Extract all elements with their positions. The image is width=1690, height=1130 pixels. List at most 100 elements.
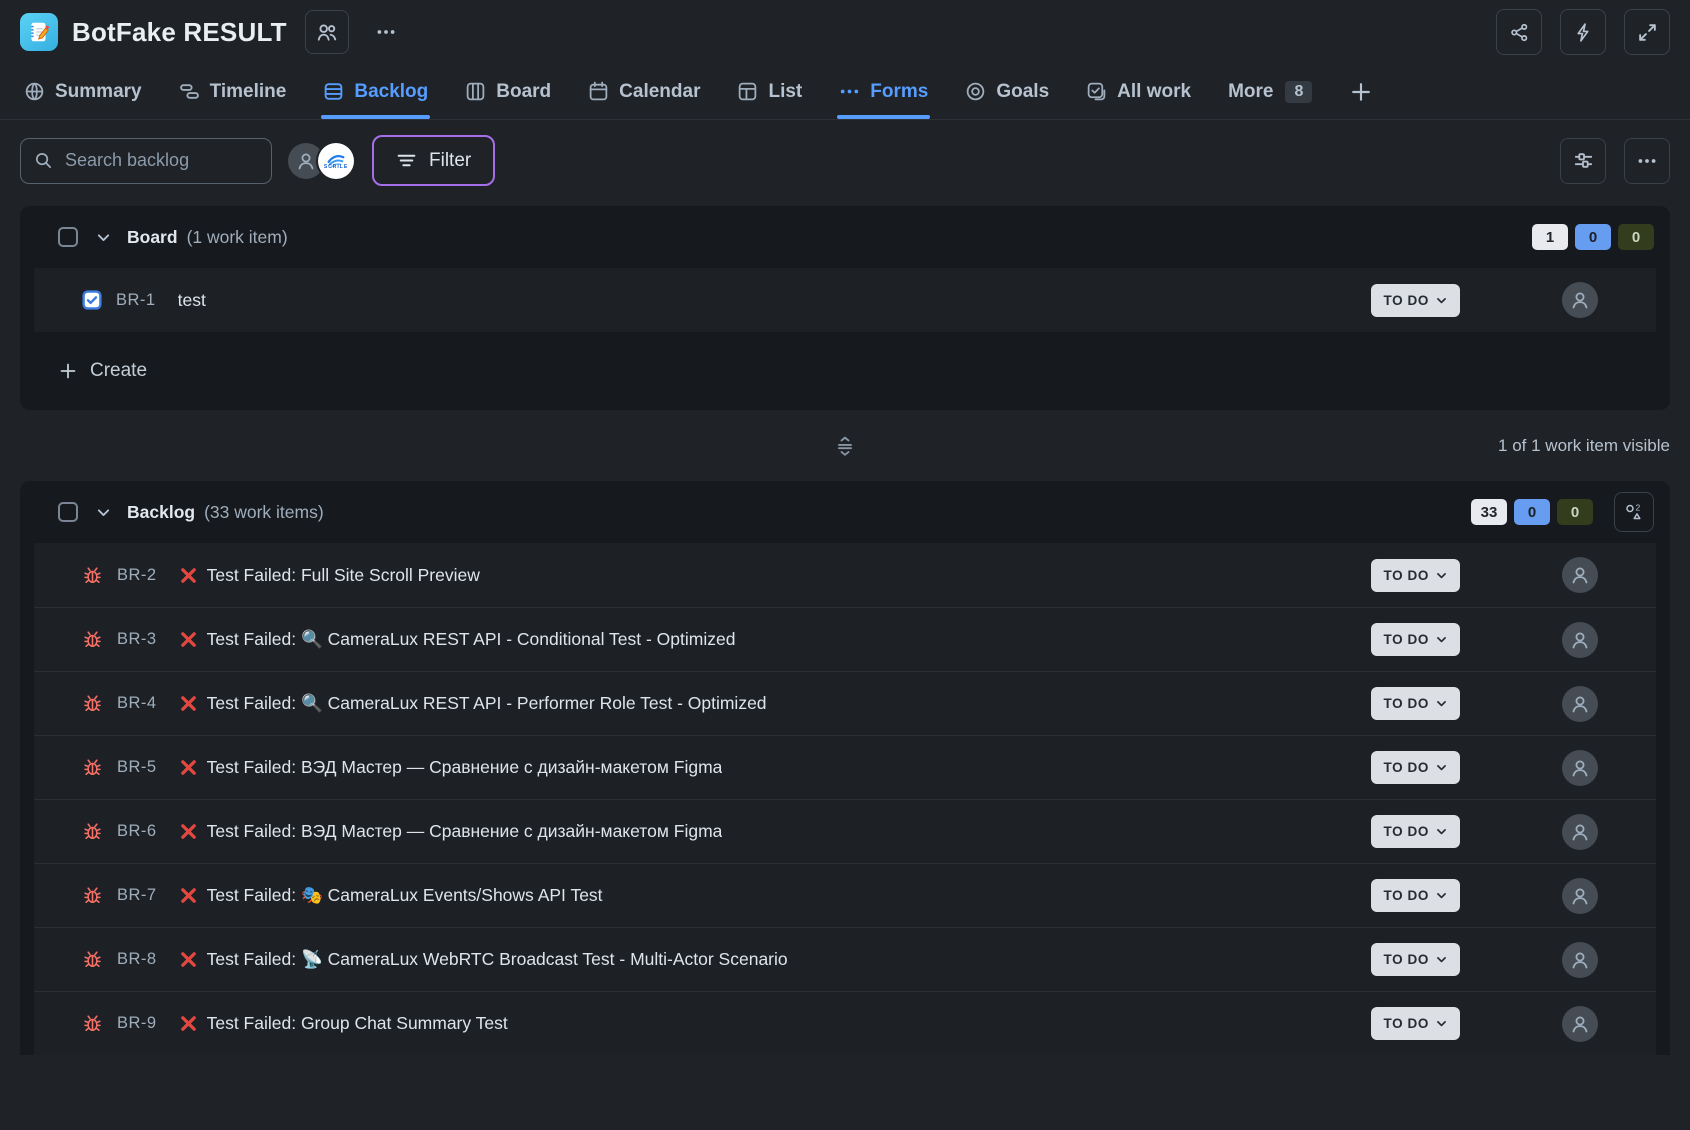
backlog-toolbar: SCRILE Filter bbox=[0, 120, 1690, 206]
toolbar-more-icon[interactable] bbox=[1624, 138, 1670, 184]
work-item-title: Test Failed: Group Chat Summary Test bbox=[207, 1013, 508, 1034]
assignee-avatar[interactable] bbox=[1562, 557, 1598, 593]
filter-button[interactable]: Filter bbox=[372, 135, 495, 186]
members-button[interactable] bbox=[305, 10, 349, 54]
board-done-badge: 0 bbox=[1618, 224, 1654, 250]
test-failed-x-icon bbox=[179, 822, 198, 841]
work-item-key: BR-7 bbox=[117, 886, 157, 905]
chevron-down-icon bbox=[1435, 697, 1448, 710]
status-dropdown[interactable]: TO DO bbox=[1371, 623, 1460, 656]
assignee-avatar[interactable] bbox=[1562, 878, 1598, 914]
chevron-down-icon bbox=[1435, 953, 1448, 966]
status-dropdown[interactable]: TO DO bbox=[1371, 943, 1460, 976]
status-dropdown[interactable]: TO DO bbox=[1371, 559, 1460, 592]
tab-list[interactable]: List bbox=[737, 64, 802, 119]
bug-type-icon bbox=[82, 757, 103, 778]
work-item-row[interactable]: BR-9 Test Failed: Group Chat Summary Tes… bbox=[34, 991, 1656, 1055]
status-dropdown[interactable]: TO DO bbox=[1371, 751, 1460, 784]
share-icon[interactable] bbox=[1496, 9, 1542, 55]
tab-backlog[interactable]: Backlog bbox=[323, 64, 428, 119]
work-item-row[interactable]: BR-3 Test Failed: 🔍 CameraLux REST API -… bbox=[34, 607, 1656, 671]
add-view-button[interactable] bbox=[1349, 64, 1373, 119]
tab-more[interactable]: More 8 bbox=[1228, 64, 1312, 119]
tab-calendar[interactable]: Calendar bbox=[588, 64, 700, 119]
assignee-avatar[interactable] bbox=[1562, 686, 1598, 722]
work-item-key: BR-2 bbox=[117, 566, 157, 585]
tab-summary[interactable]: Summary bbox=[24, 64, 142, 119]
person-icon bbox=[294, 149, 318, 173]
person-icon bbox=[1568, 628, 1592, 652]
work-item-key: BR-5 bbox=[117, 758, 157, 777]
ellipsis-icon bbox=[1636, 150, 1658, 172]
project-header: BotFake RESULT bbox=[0, 0, 1690, 64]
work-item-row[interactable]: BR-7 Test Failed: 🎭 CameraLux Events/Sho… bbox=[34, 863, 1656, 927]
backlog-select-all-checkbox[interactable] bbox=[58, 502, 78, 522]
work-item-row[interactable]: BR-8 Test Failed: 📡 CameraLux WebRTC Bro… bbox=[34, 927, 1656, 991]
project-more-icon[interactable] bbox=[363, 9, 409, 55]
view-settings-icon[interactable] bbox=[1560, 138, 1606, 184]
board-rows: BR-1 test TO DO bbox=[34, 268, 1656, 332]
work-item-row[interactable]: BR-2 Test Failed: Full Site Scroll Previ… bbox=[34, 543, 1656, 607]
board-select-all-checkbox[interactable] bbox=[58, 227, 78, 247]
project-title: BotFake RESULT bbox=[72, 17, 287, 48]
work-item-title: test bbox=[178, 290, 206, 311]
work-item-key: BR-6 bbox=[117, 822, 157, 841]
status-dropdown[interactable]: TO DO bbox=[1371, 1007, 1460, 1040]
backlog-item-count: (33 work items) bbox=[204, 502, 324, 523]
tab-timeline[interactable]: Timeline bbox=[179, 64, 287, 119]
search-input[interactable] bbox=[21, 139, 271, 183]
board-collapse-chevron-icon[interactable] bbox=[95, 229, 112, 246]
backlog-section: Backlog (33 work items) 33 0 0 2 bbox=[20, 481, 1670, 1055]
person-icon bbox=[1568, 756, 1592, 780]
assignee-avatar[interactable] bbox=[1562, 622, 1598, 658]
tab-board[interactable]: Board bbox=[465, 64, 551, 119]
search-backlog-box bbox=[20, 138, 272, 184]
status-dropdown[interactable]: TO DO bbox=[1371, 879, 1460, 912]
status-dropdown[interactable]: TO DO bbox=[1371, 284, 1460, 317]
tab-goals[interactable]: Goals bbox=[965, 64, 1049, 119]
work-item-title: Test Failed: 📡 CameraLux WebRTC Broadcas… bbox=[207, 949, 788, 970]
person-icon bbox=[1568, 563, 1592, 587]
work-item-row[interactable]: BR-1 test TO DO bbox=[34, 268, 1656, 332]
scrile-avatar[interactable]: SCRILE bbox=[318, 143, 354, 179]
assignee-avatar[interactable] bbox=[1562, 282, 1598, 318]
work-item-row[interactable]: BR-5 Test Failed: ВЭД Мастер — Сравнение… bbox=[34, 735, 1656, 799]
tab-forms[interactable]: Forms bbox=[839, 64, 928, 119]
status-dropdown[interactable]: TO DO bbox=[1371, 687, 1460, 720]
person-icon bbox=[1568, 692, 1592, 716]
work-item-key: BR-4 bbox=[117, 694, 157, 713]
section-splitter: 1 of 1 work item visible bbox=[0, 410, 1690, 481]
work-item-title: Test Failed: ВЭД Мастер — Сравнение с ди… bbox=[207, 757, 723, 778]
test-failed-x-icon bbox=[179, 1014, 198, 1033]
work-item-row[interactable]: BR-4 Test Failed: 🔍 CameraLux REST API -… bbox=[34, 671, 1656, 735]
assignee-avatar[interactable] bbox=[1562, 750, 1598, 786]
backlog-collapse-chevron-icon[interactable] bbox=[95, 504, 112, 521]
visible-items-status: 1 of 1 work item visible bbox=[1498, 436, 1670, 456]
person-icon bbox=[1568, 820, 1592, 844]
chevron-down-icon bbox=[1435, 633, 1448, 646]
group-by-icon[interactable]: 2 bbox=[1614, 492, 1654, 532]
create-work-item-button[interactable]: Create bbox=[58, 360, 147, 382]
work-item-key: BR-1 bbox=[116, 291, 156, 310]
assignee-avatar[interactable] bbox=[1562, 942, 1598, 978]
work-item-title: Test Failed: Full Site Scroll Preview bbox=[207, 565, 480, 586]
fullscreen-icon[interactable] bbox=[1624, 9, 1670, 55]
timeline-icon bbox=[179, 81, 200, 102]
work-item-title: Test Failed: 🔍 CameraLux REST API - Perf… bbox=[207, 693, 767, 714]
status-dropdown[interactable]: TO DO bbox=[1371, 815, 1460, 848]
test-failed-x-icon bbox=[179, 950, 198, 969]
list-icon bbox=[737, 81, 758, 102]
work-item-key: BR-3 bbox=[117, 630, 157, 649]
board-section-header: Board (1 work item) 1 0 0 bbox=[20, 206, 1670, 268]
tab-all-work[interactable]: All work bbox=[1086, 64, 1191, 119]
resize-handle-icon[interactable] bbox=[834, 435, 856, 457]
board-section-title: Board bbox=[127, 227, 178, 248]
automation-icon[interactable] bbox=[1560, 9, 1606, 55]
assignee-avatar[interactable] bbox=[1562, 814, 1598, 850]
person-icon bbox=[1568, 884, 1592, 908]
work-item-row[interactable]: BR-6 Test Failed: ВЭД Мастер — Сравнение… bbox=[34, 799, 1656, 863]
backlog-done-badge: 0 bbox=[1557, 499, 1593, 525]
test-failed-x-icon bbox=[179, 630, 198, 649]
assignee-avatar[interactable] bbox=[1562, 1006, 1598, 1042]
board-todo-badge: 1 bbox=[1532, 224, 1568, 250]
